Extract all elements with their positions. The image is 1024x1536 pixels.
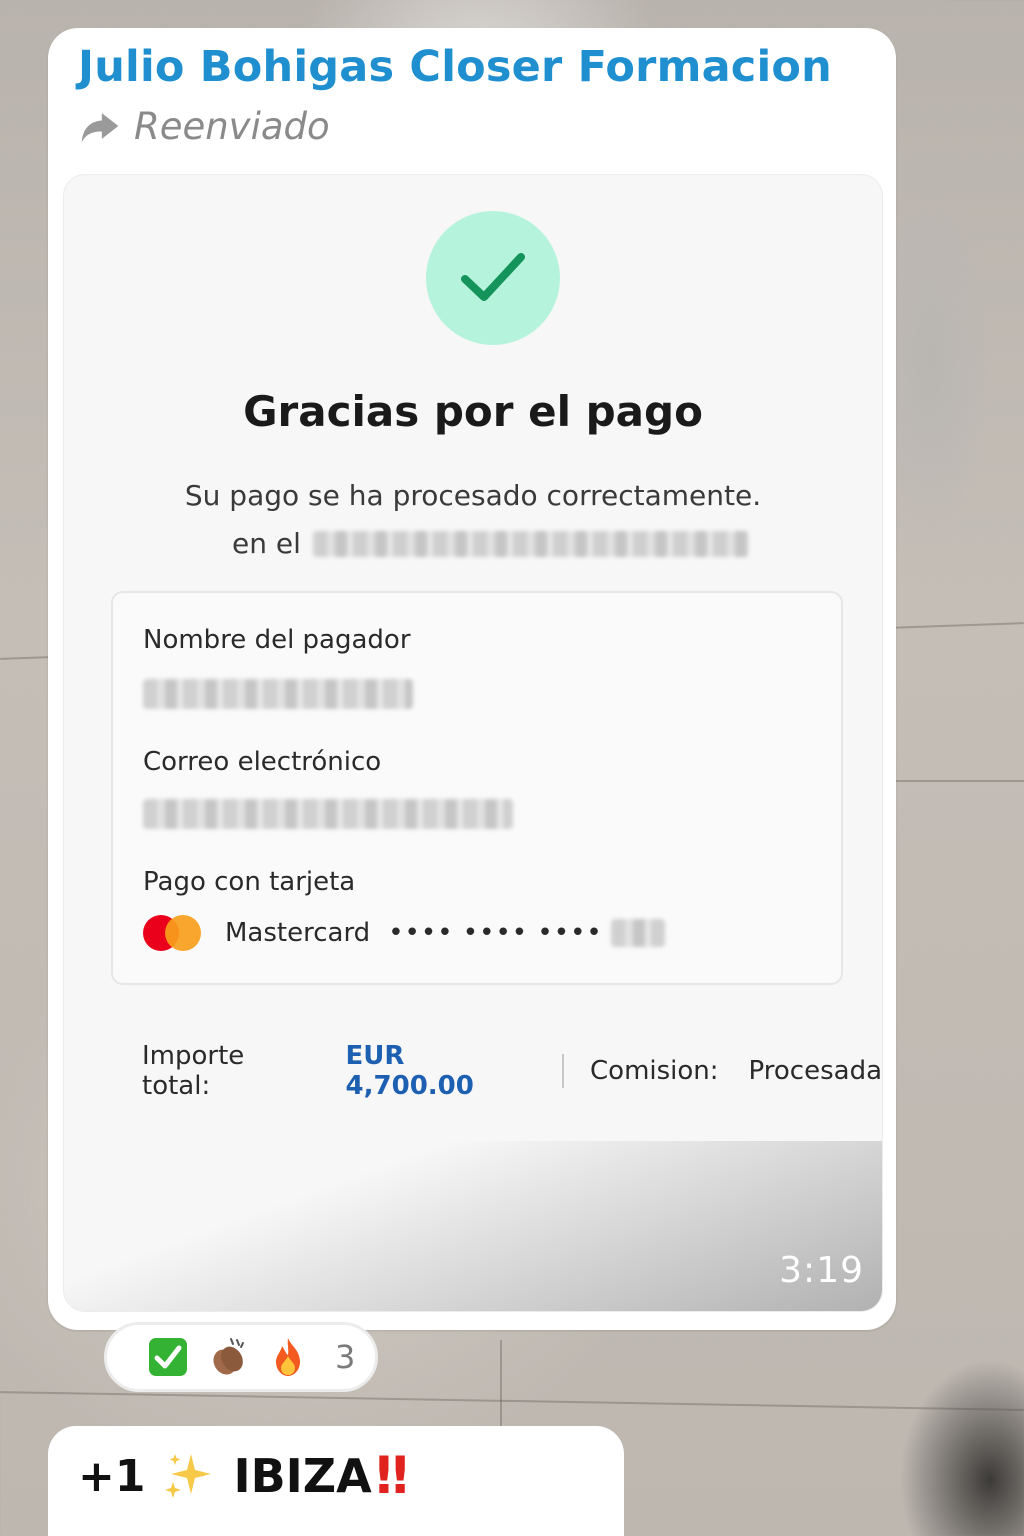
- receipt-title: Gracias por el pago: [243, 387, 703, 436]
- merchant-prefix: en el: [232, 527, 301, 560]
- reactions-pill[interactable]: 3: [104, 1322, 378, 1392]
- payment-details-box: Nombre del pagador Correo electrónico Pa…: [111, 591, 843, 985]
- forward-arrow-icon: [81, 113, 119, 143]
- divider: [562, 1054, 565, 1088]
- card-row: Mastercard •••• •••• ••••: [143, 915, 665, 951]
- receipt-subtitle: Su pago se ha procesado correctamente.: [184, 479, 762, 512]
- email-label: Correo electrónico: [143, 747, 382, 777]
- redacted-payer-name: [143, 679, 413, 709]
- check-mark-button-icon: [147, 1336, 189, 1378]
- mastercard-logo-icon: [143, 915, 201, 951]
- total-amount: EUR 4,700.00: [345, 1041, 474, 1101]
- redacted-email: [143, 799, 513, 829]
- background-line: [0, 1391, 1024, 1411]
- clapping-hands-icon: [207, 1336, 249, 1378]
- sparkles-icon: [165, 1454, 212, 1498]
- forwarded-label: Reenviado: [134, 104, 330, 148]
- card-payment-label: Pago con tarjeta: [143, 867, 356, 897]
- sender-name[interactable]: Julio Bohigas Closer Formacion: [78, 42, 832, 92]
- next-message-word: IBIZA: [233, 1449, 372, 1503]
- image-shade: [64, 1141, 882, 1311]
- fire-icon: [267, 1336, 309, 1378]
- total-label: Importe total:: [142, 1041, 245, 1101]
- redacted-card-last-digits: [610, 919, 665, 947]
- reaction-count: 3: [335, 1338, 356, 1376]
- card-mask: •••• •••• ••••: [388, 918, 603, 948]
- checkmark-icon: [461, 253, 525, 301]
- background-line: [896, 780, 1024, 782]
- payer-name-label: Nombre del pagador: [143, 625, 411, 655]
- fee-label: Comision:: [590, 1056, 719, 1086]
- payment-receipt-image[interactable]: Gracias por el pago Su pago se ha proces…: [63, 174, 883, 1312]
- merchant-line: en el: [232, 527, 749, 560]
- forwarded-message-bubble[interactable]: Julio Bohigas Closer Formacion Reenviado…: [48, 28, 896, 1330]
- next-message-prefix: +1: [78, 1450, 146, 1502]
- fee-value: Procesada: [748, 1056, 882, 1086]
- double-exclamation-icon: ‼: [375, 1446, 409, 1506]
- next-message-bubble[interactable]: +1 IBIZA ‼: [48, 1426, 624, 1536]
- next-message-text: +1 IBIZA ‼: [78, 1446, 409, 1506]
- forwarded-indicator: Reenviado: [78, 104, 330, 148]
- message-time: 3:19: [779, 1250, 864, 1291]
- redacted-merchant-name: [312, 530, 749, 557]
- total-row: Importe total: EUR 4,700.00 Comision: Pr…: [142, 1041, 882, 1101]
- card-brand: Mastercard: [225, 918, 371, 948]
- success-badge: [426, 211, 560, 345]
